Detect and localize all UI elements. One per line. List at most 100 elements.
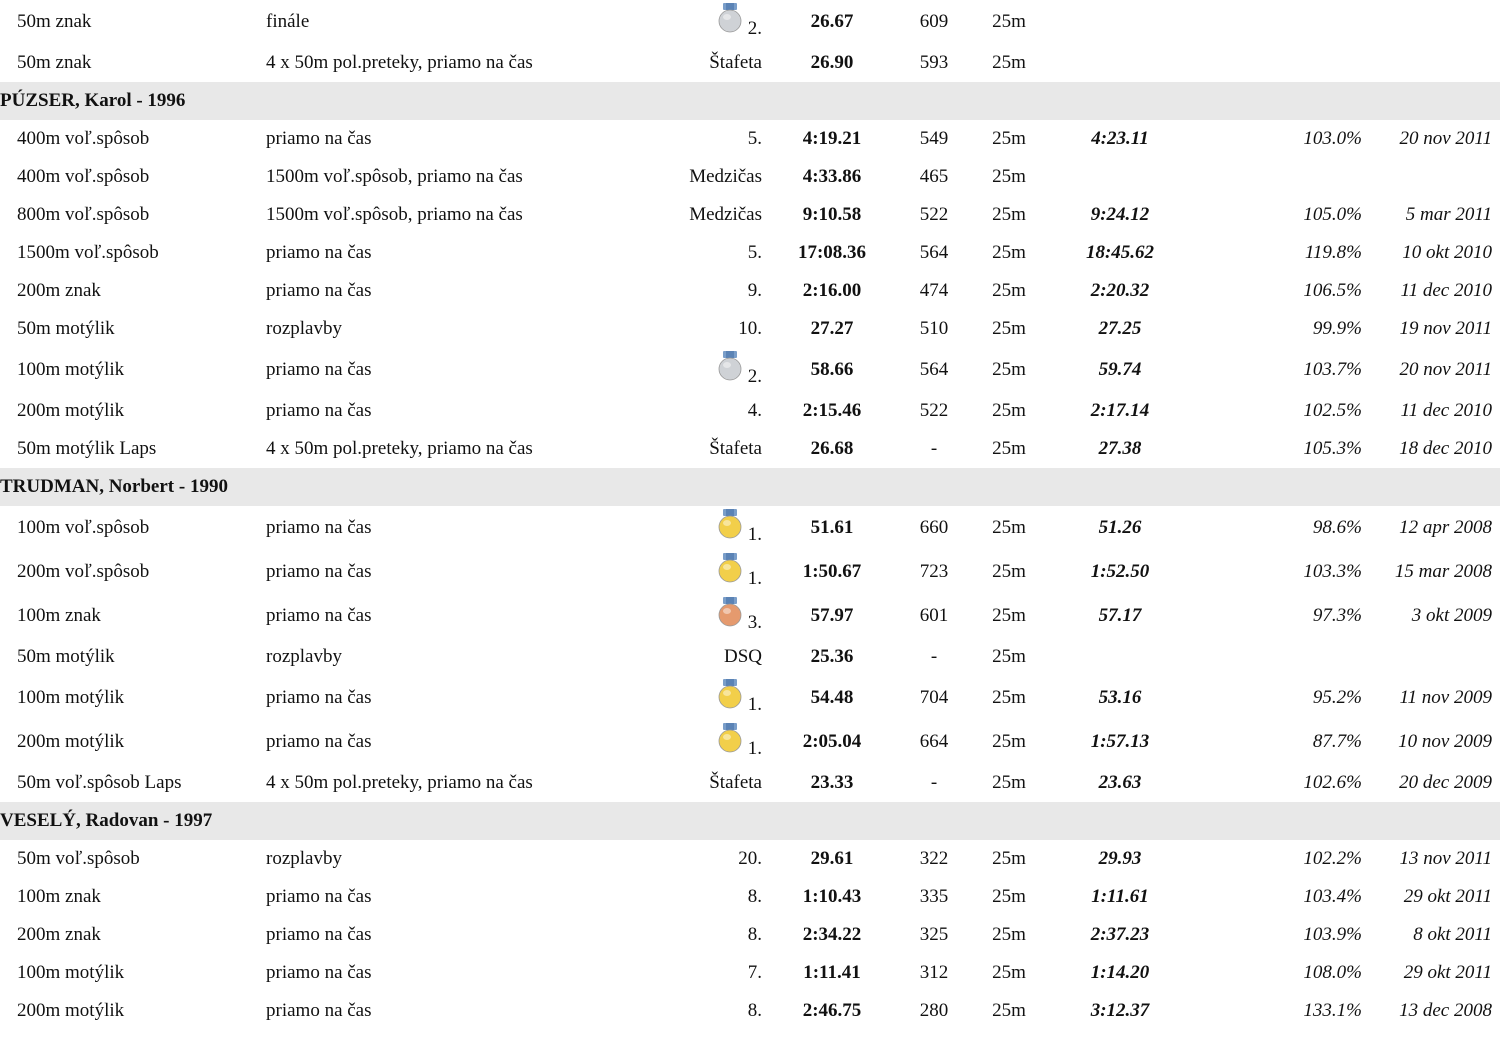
place-cell: Štafeta <box>709 52 762 73</box>
race-type-cell: rozplavby <box>266 646 342 667</box>
pb-percentage-cell <box>1188 44 1362 82</box>
swim-time-cell: 27.27 <box>810 318 854 339</box>
swim-time-cell: 9:10.58 <box>802 204 862 225</box>
pb-date-cell: 29 okt 2011 <box>1403 962 1492 983</box>
event-name-cell: 1500m voľ.spôsob <box>17 242 159 263</box>
race-type-cell: priamo na čas <box>266 886 372 907</box>
pb-percentage-cell: 103.9% <box>1303 924 1362 945</box>
place-label: 2. <box>747 366 762 387</box>
swim-time-cell: 1:11.41 <box>803 962 861 983</box>
race-type-cell: priamo na čas <box>266 128 372 149</box>
personal-best-cell: 18:45.62 <box>1085 242 1155 263</box>
place-cell: 9. <box>747 280 762 301</box>
pb-date-cell <box>1362 0 1500 44</box>
swim-time-cell: 2:46.75 <box>802 1000 862 1021</box>
pb-percentage-cell: 133.1% <box>1303 1000 1362 1021</box>
course-length-cell: 25m <box>992 11 1026 32</box>
personal-best-cell: 1:11.61 <box>1091 886 1149 907</box>
pb-date-cell: 3 okt 2009 <box>1411 605 1492 626</box>
race-type-cell: rozplavby <box>266 318 342 339</box>
pb-percentage-cell <box>1188 158 1362 196</box>
pb-percentage-cell <box>1188 638 1362 676</box>
swim-time-cell: 29.61 <box>810 848 854 869</box>
event-name-cell: 200m motýlik <box>17 731 125 752</box>
points-cell: 474 <box>919 280 949 301</box>
pb-date-cell <box>1362 158 1500 196</box>
pb-percentage-cell: 103.7% <box>1303 359 1362 380</box>
place-cell: 1. <box>656 720 762 764</box>
place-cell: 1. <box>656 506 762 550</box>
result-row: 100m znak priamo na čas 3. 57.97 601 25m 57.17… <box>0 594 1500 638</box>
result-row: 50m znak 4 x 50m pol.preteky, priamo na č… <box>0 44 1500 82</box>
result-row: 50m znak finále 2. 26.67 609 25m <box>0 0 1500 44</box>
pb-date-cell: 20 dec 2009 <box>1399 772 1492 793</box>
results-table: 50m znak finále 2. 26.67 609 25m 50m znak 4 x 5… <box>0 0 1500 1030</box>
pb-date-cell: 11 dec 2010 <box>1400 280 1492 301</box>
swim-time-cell: 2:15.46 <box>802 400 862 421</box>
points-cell: 325 <box>919 924 949 945</box>
swim-time-cell: 26.90 <box>810 52 854 73</box>
place-cell: 7. <box>747 962 762 983</box>
race-type-cell: priamo na čas <box>266 561 372 582</box>
event-name-cell: 50m voľ.spôsob <box>17 848 140 869</box>
pb-date-cell: 20 nov 2011 <box>1399 128 1492 149</box>
swim-time-cell: 58.66 <box>810 359 854 380</box>
place-cell: Medzičas <box>689 166 762 187</box>
place-cell: DSQ <box>723 646 762 667</box>
pb-percentage-cell: 99.9% <box>1312 318 1362 339</box>
place-cell: 1. <box>656 676 762 720</box>
points-cell: 522 <box>919 204 949 225</box>
pb-date-cell: 10 nov 2009 <box>1398 731 1492 752</box>
event-name-cell: 200m znak <box>17 280 101 301</box>
pb-percentage-cell: 87.7% <box>1312 731 1362 752</box>
course-length-cell: 25m <box>992 561 1026 582</box>
swim-time-cell: 51.61 <box>810 517 854 538</box>
race-type-cell: priamo na čas <box>266 359 372 380</box>
points-cell: - <box>930 438 938 459</box>
points-cell: 593 <box>919 52 949 73</box>
pb-percentage-cell: 98.6% <box>1312 517 1362 538</box>
place-label: 1. <box>747 524 762 545</box>
race-type-cell: 4 x 50m pol.preteky, priamo na čas <box>266 772 533 793</box>
swimmer-name: VESELÝ, Radovan - 1997 <box>0 802 1500 840</box>
course-length-cell: 25m <box>992 400 1026 421</box>
place-cell: 2. <box>656 348 762 392</box>
swim-time-cell: 2:34.22 <box>802 924 862 945</box>
result-row: 50m motýlik Laps 4 x 50m pol.preteky, pri… <box>0 430 1500 468</box>
place-cell: 8. <box>747 1000 762 1021</box>
points-cell: 335 <box>919 886 949 907</box>
place-cell: 8. <box>747 886 762 907</box>
gold-medal-icon <box>718 679 742 709</box>
pb-date-cell <box>1362 638 1500 676</box>
points-cell: 664 <box>919 731 949 752</box>
event-name-cell: 100m motýlik <box>17 962 125 983</box>
pb-percentage-cell: 105.0% <box>1303 204 1362 225</box>
event-name-cell: 50m motýlik <box>17 646 115 667</box>
race-type-cell: priamo na čas <box>266 280 372 301</box>
event-name-cell: 50m znak <box>17 11 92 32</box>
place-cell: 4. <box>747 400 762 421</box>
place-cell: 3. <box>656 594 762 638</box>
race-type-cell: priamo na čas <box>266 517 372 538</box>
event-name-cell: 400m voľ.spôsob <box>17 166 150 187</box>
personal-best-cell <box>1052 158 1188 196</box>
results-body: 50m znak finále 2. 26.67 609 25m 50m znak 4 x 5… <box>0 0 1500 1030</box>
race-type-cell: priamo na čas <box>266 242 372 263</box>
place-label: 3. <box>747 612 762 633</box>
result-row: 100m motýlik priamo na čas 7. 1:11.41 312 25m… <box>0 954 1500 992</box>
swim-time-cell: 4:33.86 <box>802 166 862 187</box>
personal-best-cell: 4:23.11 <box>1091 128 1149 149</box>
pb-date-cell: 8 okt 2011 <box>1413 924 1492 945</box>
personal-best-cell: 2:17.14 <box>1090 400 1150 421</box>
swim-time-cell: 26.67 <box>810 11 854 32</box>
race-type-cell: 4 x 50m pol.preteky, priamo na čas <box>266 438 533 459</box>
result-row: 400m voľ.spôsob 1500m voľ.spôsob, priamo … <box>0 158 1500 196</box>
pb-percentage-cell: 105.3% <box>1303 438 1362 459</box>
swim-time-cell: 2:16.00 <box>802 280 862 301</box>
pb-percentage-cell: 102.6% <box>1303 772 1362 793</box>
result-row: 400m voľ.spôsob priamo na čas 5. 4:19.21 549… <box>0 120 1500 158</box>
course-length-cell: 25m <box>992 204 1026 225</box>
silver-medal-icon <box>718 351 742 381</box>
personal-best-cell: 51.26 <box>1098 517 1142 538</box>
swim-time-cell: 1:50.67 <box>802 561 862 582</box>
